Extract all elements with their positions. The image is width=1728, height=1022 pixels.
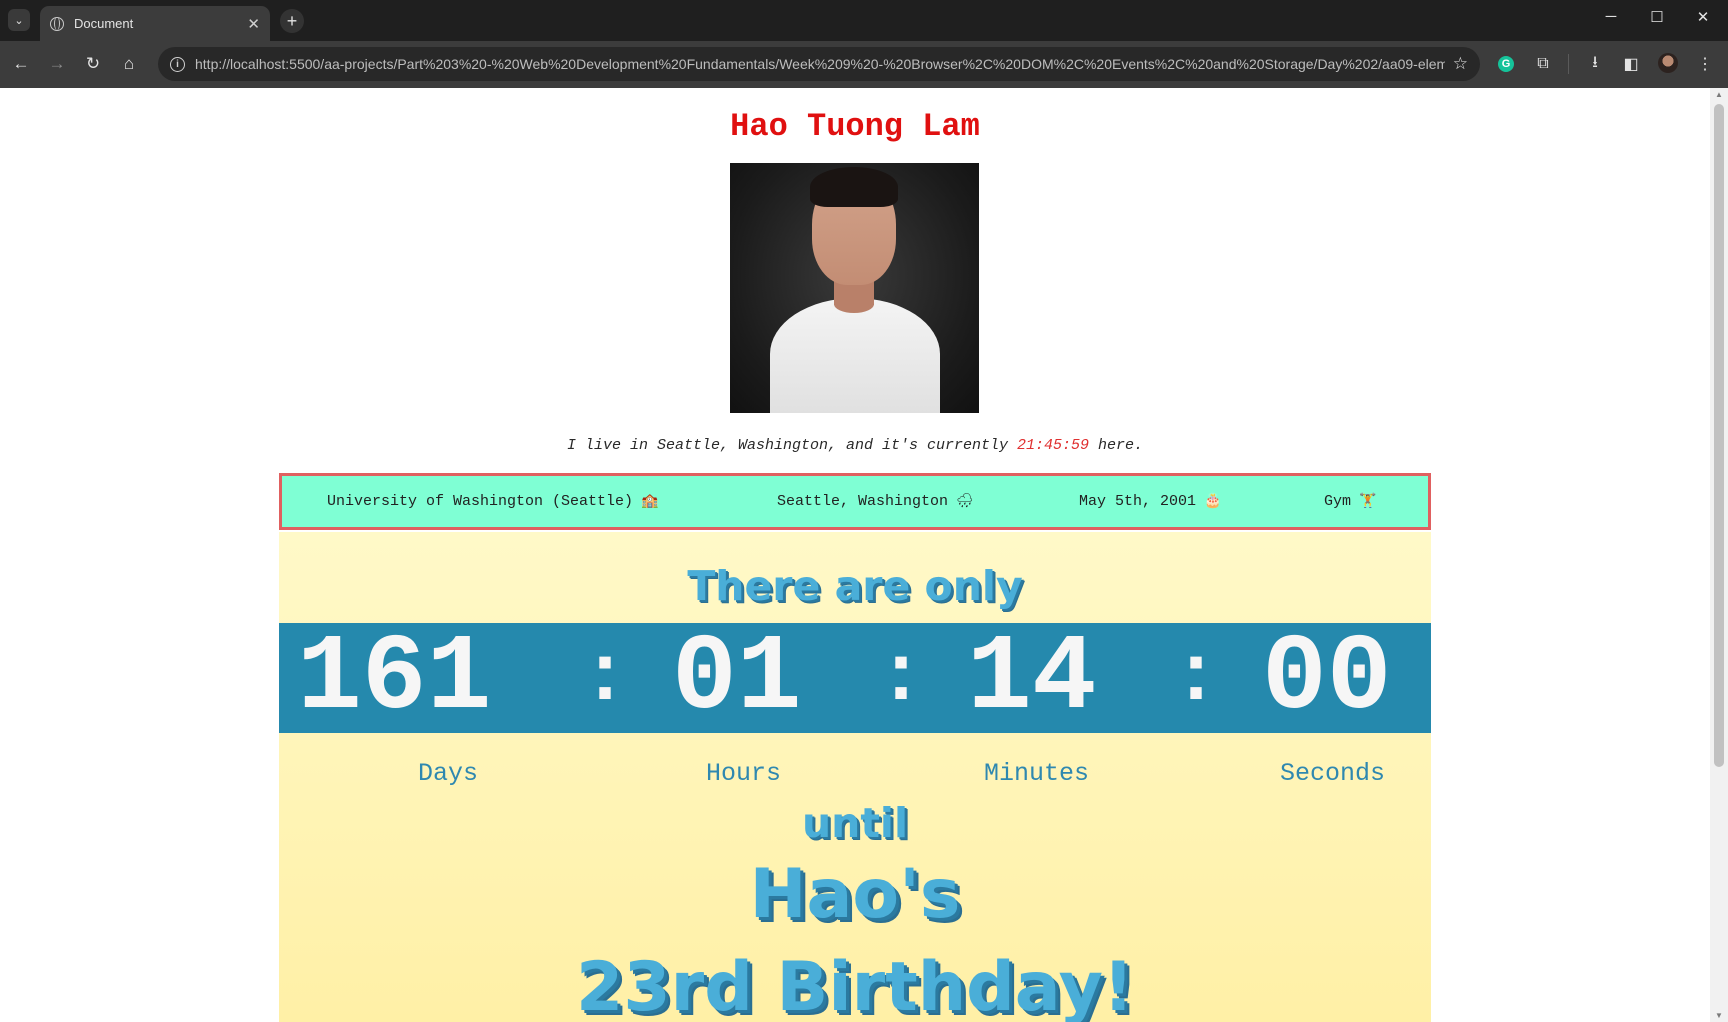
profile-photo: [730, 163, 979, 413]
grammarly-extension-icon[interactable]: G: [1498, 56, 1514, 72]
event-name-line2: 23rd Birthday!: [576, 948, 1134, 1022]
countdown-seconds: 00: [1262, 618, 1392, 740]
fact-hobby: Gym 🏋: [1324, 493, 1376, 510]
minimize-icon[interactable]: ─: [1596, 8, 1626, 25]
page-scrollbar[interactable]: ▲ ▼: [1710, 88, 1728, 1022]
photo-hair: [810, 167, 898, 207]
fact-location-label: Seattle, Washington: [777, 493, 949, 510]
fact-birthday-label: May 5th, 2001: [1079, 493, 1197, 510]
address-bar[interactable]: i http://localhost:5500/aa-projects/Part…: [158, 47, 1480, 81]
tab-search-button[interactable]: ⌄: [8, 9, 30, 31]
home-icon[interactable]: ⌂: [118, 53, 140, 75]
globe-icon: [50, 16, 64, 31]
countdown-minutes: 14: [967, 618, 1097, 740]
maximize-icon[interactable]: ☐: [1642, 8, 1672, 26]
site-info-icon[interactable]: i: [170, 56, 185, 72]
event-name-line1: Hao's: [749, 855, 961, 934]
forward-arrow-icon[interactable]: →: [46, 53, 68, 75]
intro-text: I live in Seattle, Washington, and it's …: [0, 437, 1710, 454]
new-tab-button[interactable]: +: [280, 9, 304, 33]
intro-suffix: here.: [1089, 437, 1144, 454]
tab-document[interactable]: Document ✕: [40, 6, 270, 41]
countdown-lead: There are only: [687, 562, 1023, 610]
fact-location: Seattle, Washington 🌧: [777, 493, 974, 510]
countdown-separator: :: [1172, 633, 1221, 724]
photo-collar: [834, 295, 874, 313]
countdown-band: 161 : 01 : 14 : 00: [279, 618, 1431, 740]
photo-shirt: [770, 298, 940, 413]
fact-university: University of Washington (Seattle) 🏫: [327, 493, 659, 510]
label-minutes: Minutes: [984, 759, 1090, 788]
local-time: 21:45:59: [1017, 437, 1090, 454]
rain-cloud-icon: 🌧: [956, 494, 974, 510]
facts-bar: University of Washington (Seattle) 🏫 Seat…: [279, 473, 1431, 530]
profile-avatar[interactable]: [1658, 53, 1678, 73]
fact-university-label: University of Washington (Seattle): [327, 493, 634, 510]
back-arrow-icon[interactable]: ←: [10, 53, 32, 75]
fact-birthday: May 5th, 2001 🎂: [1079, 493, 1221, 510]
chevron-down-icon: ⌄: [14, 14, 24, 27]
scrollbar-thumb[interactable]: [1714, 104, 1724, 767]
countdown-hours: 01: [672, 618, 802, 740]
download-icon[interactable]: ⭳: [1584, 53, 1606, 75]
scroll-down-arrow-icon[interactable]: ▼: [1715, 1011, 1723, 1020]
label-seconds: Seconds: [1280, 759, 1386, 788]
side-panel-icon[interactable]: ◧: [1620, 53, 1642, 75]
close-window-icon[interactable]: ✕: [1688, 8, 1718, 26]
tab-strip: ⌄ Document ✕ + ─ ☐ ✕: [0, 0, 1728, 41]
weightlifting-icon: 🏋: [1359, 494, 1377, 510]
label-days: Days: [418, 759, 479, 788]
browser-toolbar: ← → ↻ ⌂ i http://localhost:5500/aa-proje…: [0, 41, 1728, 88]
page-title: Hao Tuong Lam: [730, 108, 980, 145]
intro-prefix: I live in Seattle, Washington, and it's …: [566, 437, 1018, 454]
page-content: Hao Tuong Lam I live in Seattle, Washing…: [0, 88, 1710, 1022]
bookmark-star-icon[interactable]: ☆: [1453, 54, 1468, 74]
fact-hobby-label: Gym: [1324, 493, 1352, 510]
extensions-puzzle-icon[interactable]: ⧉: [1532, 53, 1554, 75]
toolbar-divider: [1568, 54, 1569, 74]
cake-icon: 🎂: [1204, 494, 1222, 510]
tab-close-icon[interactable]: ✕: [247, 15, 260, 33]
school-icon: 🏫: [641, 494, 659, 510]
url-text[interactable]: http://localhost:5500/aa-projects/Part%2…: [195, 56, 1445, 72]
tab-title: Document: [74, 16, 134, 31]
countdown-until: until: [801, 799, 909, 847]
countdown-days: 161: [297, 618, 492, 740]
menu-kebab-icon[interactable]: ⋮: [1694, 53, 1716, 75]
countdown-section: There are only 161 : 01 : 14 : 00 Days H…: [279, 532, 1431, 1022]
countdown-separator: :: [581, 633, 630, 724]
label-hours: Hours: [706, 759, 782, 788]
reload-icon[interactable]: ↻: [82, 53, 104, 75]
scroll-up-arrow-icon[interactable]: ▲: [1715, 90, 1723, 99]
countdown-separator: :: [877, 633, 926, 724]
